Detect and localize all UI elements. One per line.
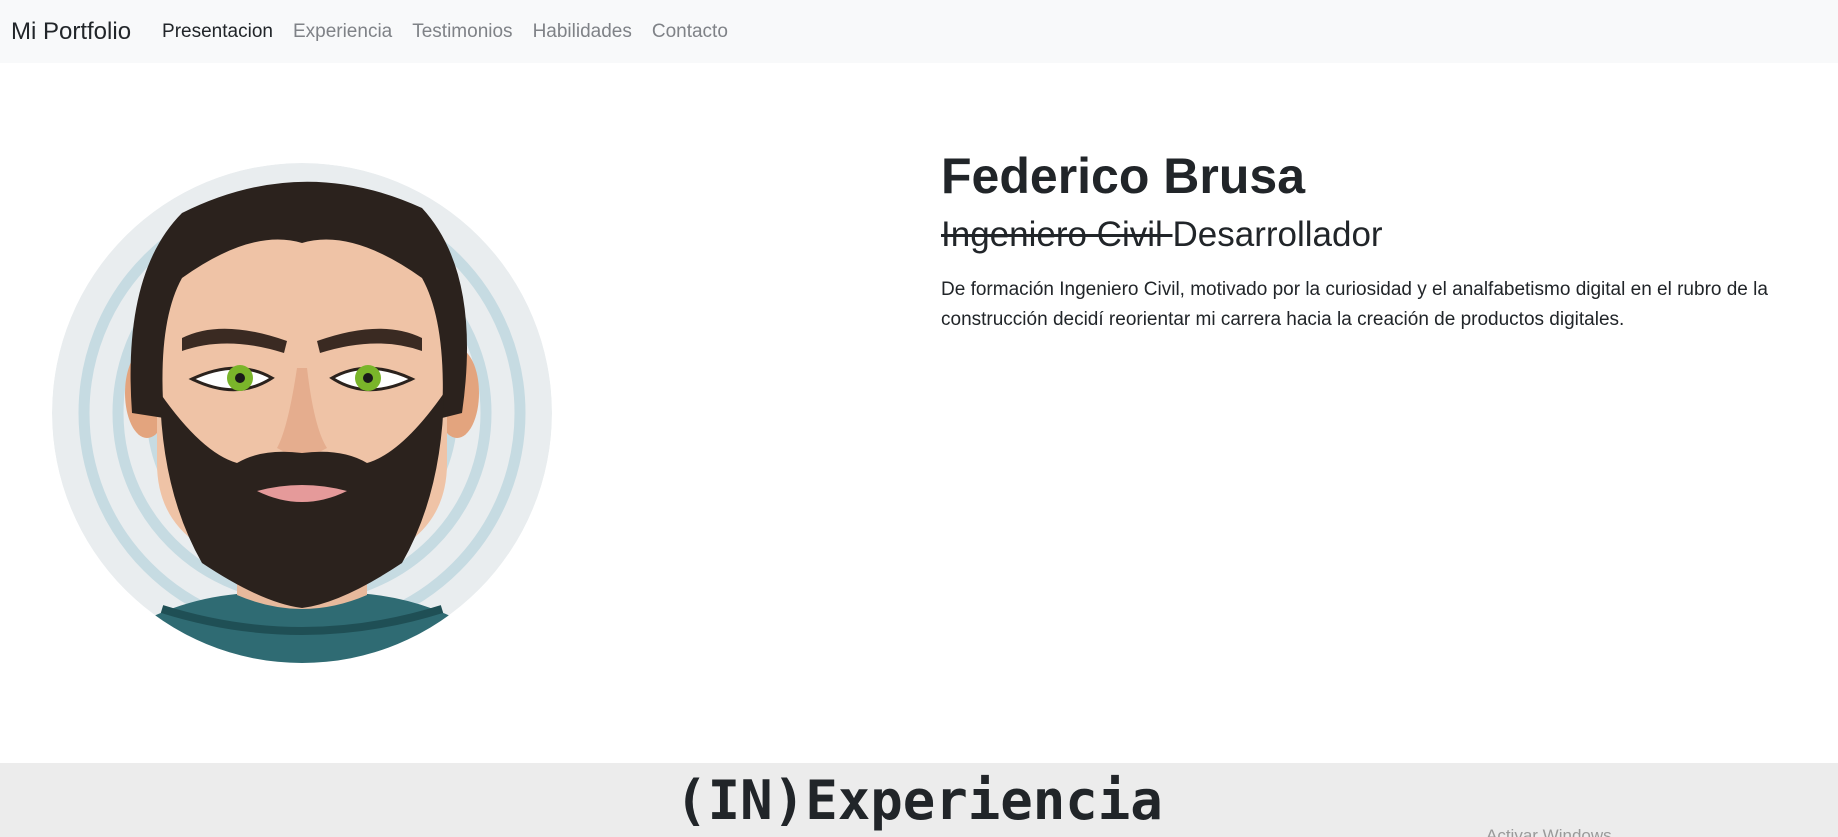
nav-link-contacto[interactable]: Contacto xyxy=(652,21,728,43)
hero-role: Ingeniero Civil Desarrollador xyxy=(941,213,1821,257)
nav-link-experiencia[interactable]: Experiencia xyxy=(293,21,392,43)
brand-link[interactable]: Mi Portfolio xyxy=(11,18,131,46)
nav-link-testimonios[interactable]: Testimonios xyxy=(412,21,512,43)
profile-avatar xyxy=(52,163,552,663)
windows-activation-watermark: Activar Windows xyxy=(1486,826,1612,837)
experience-title: (IN)Experiencia xyxy=(675,769,1163,832)
hero-bio: De formación Ingeniero Civil, motivado p… xyxy=(941,279,1768,330)
bearded-man-avatar-icon xyxy=(52,163,552,663)
hero-role-current: Desarrollador xyxy=(1172,215,1383,254)
hero-role-struck: Ingeniero Civil xyxy=(941,215,1173,254)
navbar: Mi Portfolio Presentacion Experiencia Te… xyxy=(0,0,1838,63)
hero-name: Federico Brusa xyxy=(941,148,1306,204)
nav-link-habilidades[interactable]: Habilidades xyxy=(533,21,632,43)
nav-links: Presentacion Experiencia Testimonios Hab… xyxy=(162,21,748,43)
experience-section: (IN)Experiencia Activar Windows xyxy=(0,763,1838,837)
nav-link-presentacion[interactable]: Presentacion xyxy=(162,21,273,43)
hero-text: Federico Brusa Ingeniero Civil Desarroll… xyxy=(941,145,1821,335)
